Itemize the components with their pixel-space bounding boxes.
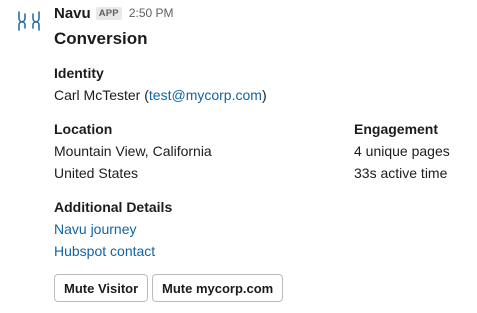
additional-details-label: Additional Details <box>54 199 173 215</box>
identity-value: Carl McTester (test@mycorp.com) <box>54 87 267 103</box>
location-line1: Mountain View, California <box>54 143 212 159</box>
timestamp[interactable]: 2:50 PM <box>129 6 174 20</box>
mute-visitor-button[interactable]: Mute Visitor <box>54 274 149 302</box>
identity-close-paren: ) <box>261 87 267 103</box>
mute-domain-button[interactable]: Mute mycorp.com <box>152 274 284 302</box>
location-line2: United States <box>54 165 139 181</box>
message: Navu APP 2:50 PM Conversion Identity Car… <box>0 0 477 313</box>
engagement-label: Engagement <box>354 121 439 137</box>
engagement-active-time: 33s active time <box>354 165 448 181</box>
identity-open-paren: ( <box>140 87 149 103</box>
app-badge: APP <box>95 6 122 20</box>
message-title: Conversion <box>54 29 148 48</box>
navu-journey-link[interactable]: Navu journey <box>54 221 137 237</box>
identity-label: Identity <box>54 65 104 81</box>
identity-email-link[interactable]: test@mycorp.com <box>149 87 262 103</box>
identity-name: Carl McTester <box>54 87 141 103</box>
hubspot-contact-link[interactable]: Hubspot contact <box>54 243 155 259</box>
engagement-pages: 4 unique pages <box>354 143 450 159</box>
message-header: Navu APP 2:50 PM <box>54 3 174 23</box>
navu-logo-icon[interactable] <box>16 8 42 34</box>
sender-name[interactable]: Navu <box>54 5 91 22</box>
location-label: Location <box>54 121 113 137</box>
